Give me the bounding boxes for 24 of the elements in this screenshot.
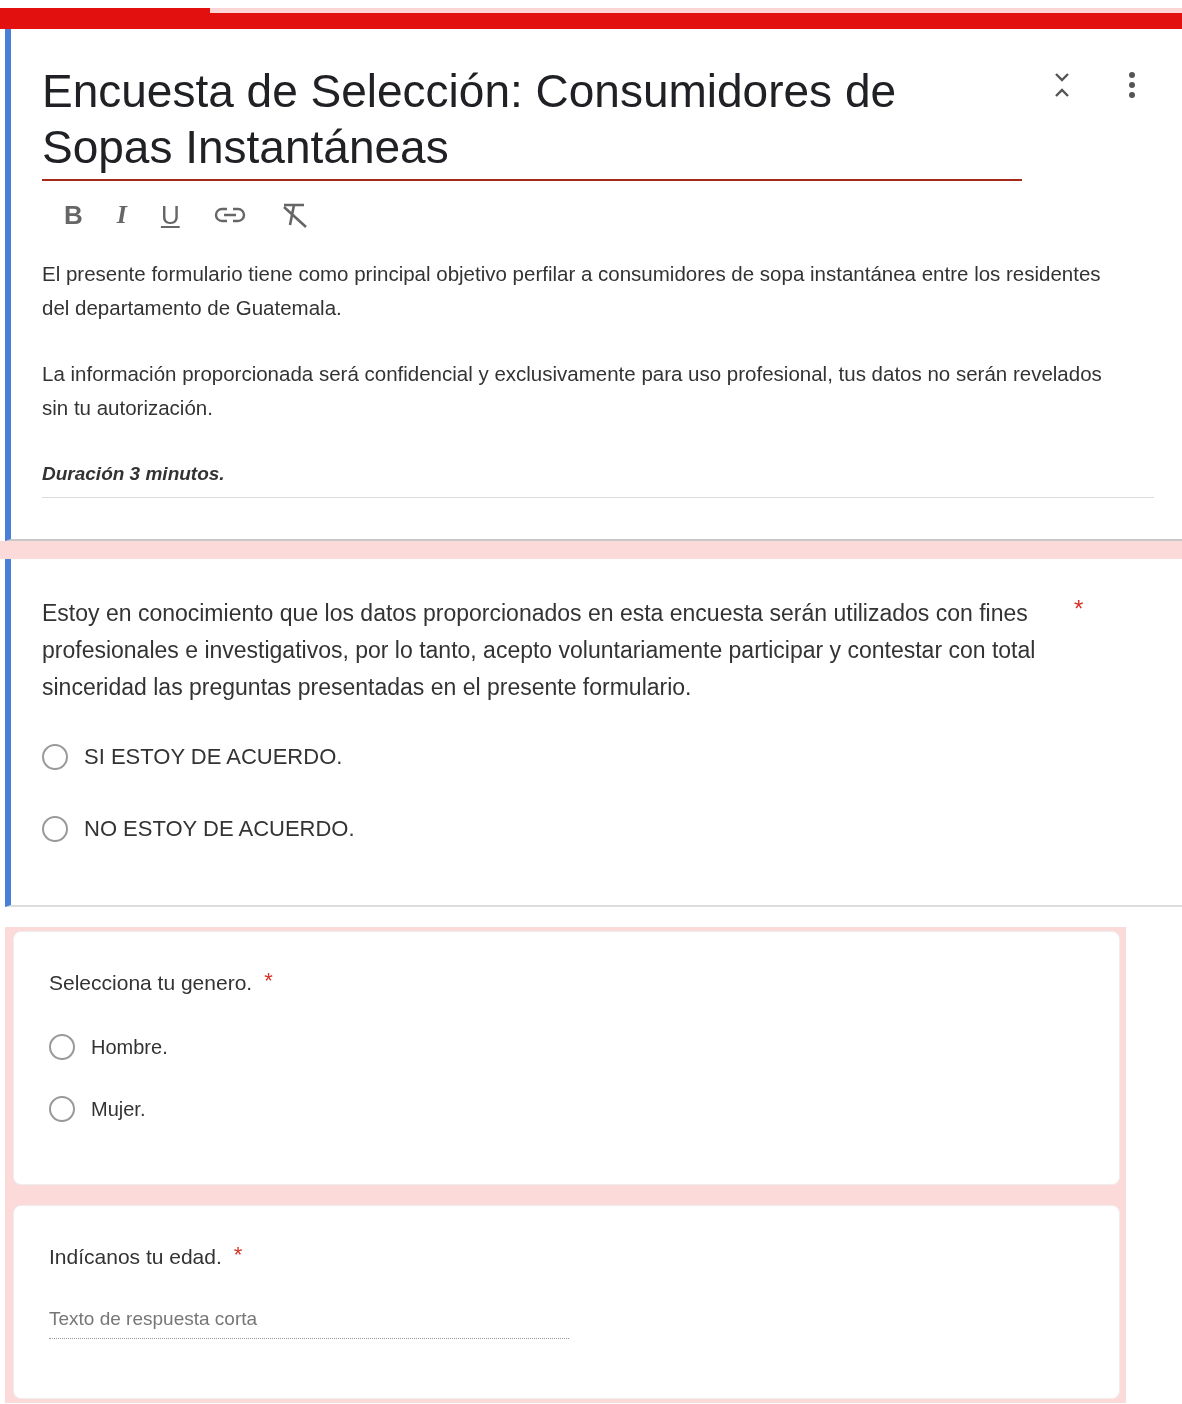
question-text: Selecciona tu genero.	[49, 970, 253, 996]
underline-button[interactable]: U	[160, 199, 180, 231]
link-icon[interactable]	[213, 206, 246, 225]
bold-button[interactable]: B	[64, 199, 83, 231]
description-text: Duración 3 minutos.	[42, 462, 226, 487]
italic-button[interactable]: I	[116, 200, 127, 231]
required-asterisk: *	[264, 968, 273, 994]
more-options-icon[interactable]	[1128, 71, 1136, 99]
question-text: Estoy en conocimiento que los datos proporcionados en esta encuesta serán utilizados con fines profesionales e investigativos, por lo tanto, acepto voluntariamente participar y contestar con total sinceridad las preguntas presentadas en el presente formulario.	[42, 599, 1037, 702]
radio-button[interactable]	[49, 1034, 75, 1060]
option-label: SI ESTOY DE ACUERDO.	[84, 744, 343, 770]
description-text: El presente formulario tiene como principal objetivo perfilar a consumidores de sopa instantánea entre los residentes del departamento de Guatemala.	[42, 261, 1102, 322]
form-title-field[interactable]: Encuesta de Selección: Consumidores de Sopas Instantáneas	[42, 59, 1022, 182]
collapse-icon[interactable]	[1052, 71, 1072, 99]
radio-button[interactable]	[42, 744, 68, 770]
description-text: La información proporcionada será confidencial y exclusivamente para uso profesional, tus datos no serán revelados sin tu autorización.	[42, 361, 1103, 422]
option-label: Mujer.	[91, 1097, 146, 1121]
required-asterisk: *	[1074, 595, 1084, 623]
question-text: Indícanos tu edad.	[49, 1244, 222, 1270]
option-label: NO ESTOY DE ACUERDO.	[84, 816, 355, 842]
option-label: Hombre.	[91, 1035, 168, 1059]
radio-button[interactable]	[42, 816, 68, 842]
radio-button[interactable]	[49, 1096, 75, 1122]
required-asterisk: *	[233, 1242, 243, 1268]
